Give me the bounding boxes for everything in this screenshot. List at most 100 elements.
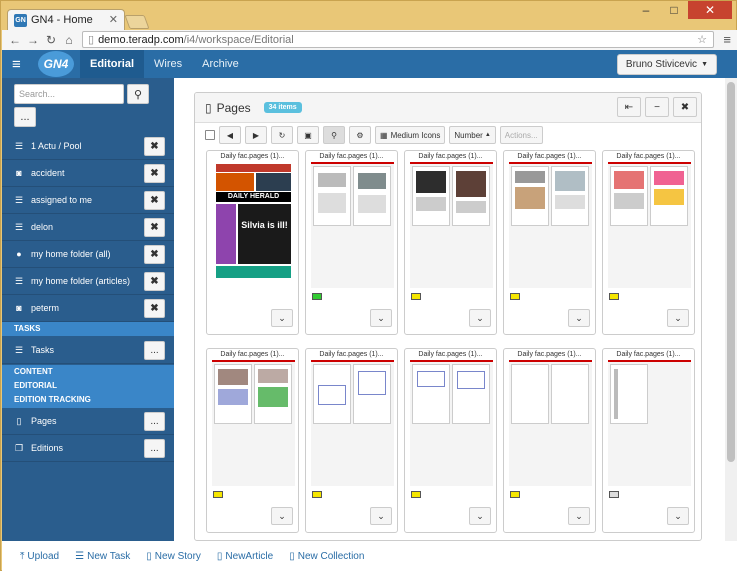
sidebar-item-home-articles[interactable]: ☰ my home folder (articles) ✖ [2,268,174,295]
search-input[interactable]: Search... [14,84,124,104]
page-card-title: Daily fac.pages (1)... [517,351,582,358]
new-task-link[interactable]: ☰ New Task [75,551,130,562]
sort-label: Number [454,130,483,140]
page-card[interactable]: Daily fac.pages (1)... ⌄ [602,348,695,533]
prev-button[interactable]: ◀ [219,126,241,144]
card-menu-button[interactable]: ⌄ [370,309,392,327]
user-menu-button[interactable]: Bruno Stivicevic ▼ [616,54,717,75]
page-card-title: Daily fac.pages (1)... [616,153,681,160]
page-thumbnail [311,360,394,486]
minimize-icon[interactable]: – [632,1,660,19]
page-card[interactable]: Daily fac.pages (1)... DAILY HERALD Silv… [206,150,299,335]
remove-button[interactable]: ✖ [144,218,165,237]
card-menu-button[interactable]: ⌄ [568,309,590,327]
remove-button[interactable]: ✖ [144,164,165,183]
card-menu-button[interactable]: ⌄ [568,507,590,525]
card-menu-button[interactable]: ⌄ [667,309,689,327]
hamburger-menu-icon[interactable]: ≡ [12,56,34,73]
sidebar-item-assigned[interactable]: ☰ assigned to me ✖ [2,187,174,214]
home-icon[interactable]: ⌂ [60,33,78,47]
card-menu-button[interactable]: ⌄ [271,309,293,327]
sort-button[interactable]: Number ▲ [449,126,496,144]
window-controls: – □ ✕ [632,1,732,19]
refresh-button[interactable]: ↻ [271,126,293,144]
page-card[interactable]: Daily fac.pages (1)... ⌄ [404,348,497,533]
browser-menu-icon[interactable]: ≡ [723,32,731,47]
chevron-down-icon: ⌄ [476,510,484,521]
remove-button[interactable]: ✖ [144,191,165,210]
remove-button[interactable]: ✖ [144,299,165,318]
new-article-link[interactable]: ▯ NewArticle [217,551,273,562]
browser-tab[interactable]: GN GN4 - Home ✕ [7,9,125,30]
sidebar-item-label: delon [31,222,54,232]
sidebar-item-home-all[interactable]: ● my home folder (all) ✖ [2,241,174,268]
nav-tab-editorial[interactable]: Editorial [80,50,145,78]
minimize-panel-button[interactable]: − [645,97,669,117]
editions-more-button[interactable]: ... [144,439,165,458]
upload-link[interactable]: ⤒ Upload [20,551,59,562]
sidebar-item-delon[interactable]: ☰ delon ✖ [2,214,174,241]
page-card[interactable]: Daily fac.pages (1)... ⌄ [305,348,398,533]
page-card[interactable]: Daily fac.pages (1)... ⌄ [206,348,299,533]
select-all-checkbox[interactable] [205,130,215,140]
back-icon[interactable]: ← [6,33,24,47]
page-card-title: Daily fac.pages (1)... [319,153,384,160]
zoom-button[interactable]: ⚲ [323,126,345,144]
new-collection-link[interactable]: ▯ New Collection [289,551,364,562]
top-navbar: ≡ GN4 Editorial Wires Archive Bruno Stiv… [2,50,737,78]
nav-tab-wires[interactable]: Wires [144,50,192,78]
maximize-icon[interactable]: □ [660,1,688,19]
section-group: CONTENT EDITORIAL EDITION TRACKING [2,365,174,408]
sidebar-item-editions[interactable]: ❐ Editions ... [2,435,174,462]
card-menu-button[interactable]: ⌄ [469,507,491,525]
close-panel-button[interactable]: ✖ [673,97,697,117]
document-icon: ▯ [216,550,223,562]
card-menu-button[interactable]: ⌄ [469,309,491,327]
sidebar-item-accident[interactable]: ◙ accident ✖ [2,160,174,187]
forward-icon[interactable]: → [24,33,42,47]
view-mode-button[interactable]: ▦ Medium Icons [375,126,446,144]
card-menu-button[interactable]: ⌄ [271,507,293,525]
page-card[interactable]: Daily fac.pages (1)... ⌄ [305,150,398,335]
save-button[interactable]: ▣ [297,126,319,144]
main-scrollbar[interactable] [725,78,737,541]
sidebar-item-actu-pool[interactable]: ☰ 1 Actu / Pool ✖ [2,133,174,160]
new-tab-button[interactable] [124,15,150,29]
sidebar-item-peterm[interactable]: ◙ peterm ✖ [2,295,174,322]
sidebar-item-tasks[interactable]: ☰ Tasks ... [2,337,174,364]
search-button[interactable]: ⚲ [127,84,149,104]
close-window-icon[interactable]: ✕ [688,1,732,19]
remove-button[interactable]: ✖ [144,245,165,264]
address-bar[interactable]: ▯ demo.teradp.com/i4/workspace/Editorial… [82,31,714,48]
status-indicator [609,293,619,300]
page-card[interactable]: Daily fac.pages (1)... ⌄ [404,150,497,335]
remove-button[interactable]: ✖ [144,137,165,156]
document-icon: ▯ [146,550,152,562]
page-card[interactable]: Daily fac.pages (1)... ⌄ [602,150,695,335]
reload-icon[interactable]: ↻ [42,33,60,47]
tasks-more-button[interactable]: ... [144,341,165,360]
new-story-link[interactable]: ▯ New Story [146,551,201,562]
panel-header: ▯ Pages 34 items ⇤ − ✖ [195,93,701,123]
settings-button[interactable]: ⚙ [349,126,371,144]
tab-close-icon[interactable]: ✕ [109,13,118,26]
bookmark-star-icon[interactable]: ☆ [697,33,707,46]
new-task-label: New Task [87,550,131,562]
next-button[interactable]: ▶ [245,126,267,144]
sidebar-item-pages[interactable]: ▯ Pages ... [2,408,174,435]
sidebar-item-label: accident [31,168,65,178]
remove-button[interactable]: ✖ [144,272,165,291]
scrollbar-thumb[interactable] [727,82,735,462]
collapse-left-button[interactable]: ⇤ [617,97,641,117]
card-menu-button[interactable]: ⌄ [667,507,689,525]
card-menu-button[interactable]: ⌄ [370,507,392,525]
page-card[interactable]: Daily fac.pages (1)... ⌄ [503,348,596,533]
pages-more-button[interactable]: ... [144,412,165,431]
search-more-button[interactable]: ... [14,107,36,127]
page-card[interactable]: Daily fac.pages (1)... ⌄ [503,150,596,335]
actions-button[interactable]: Actions... [499,126,543,144]
nav-tab-archive[interactable]: Archive [192,50,249,78]
url-path: /i4/workspace/Editorial [183,33,294,46]
panel-title: Pages [216,100,251,115]
page-card-title: Daily fac.pages (1)... [319,351,384,358]
